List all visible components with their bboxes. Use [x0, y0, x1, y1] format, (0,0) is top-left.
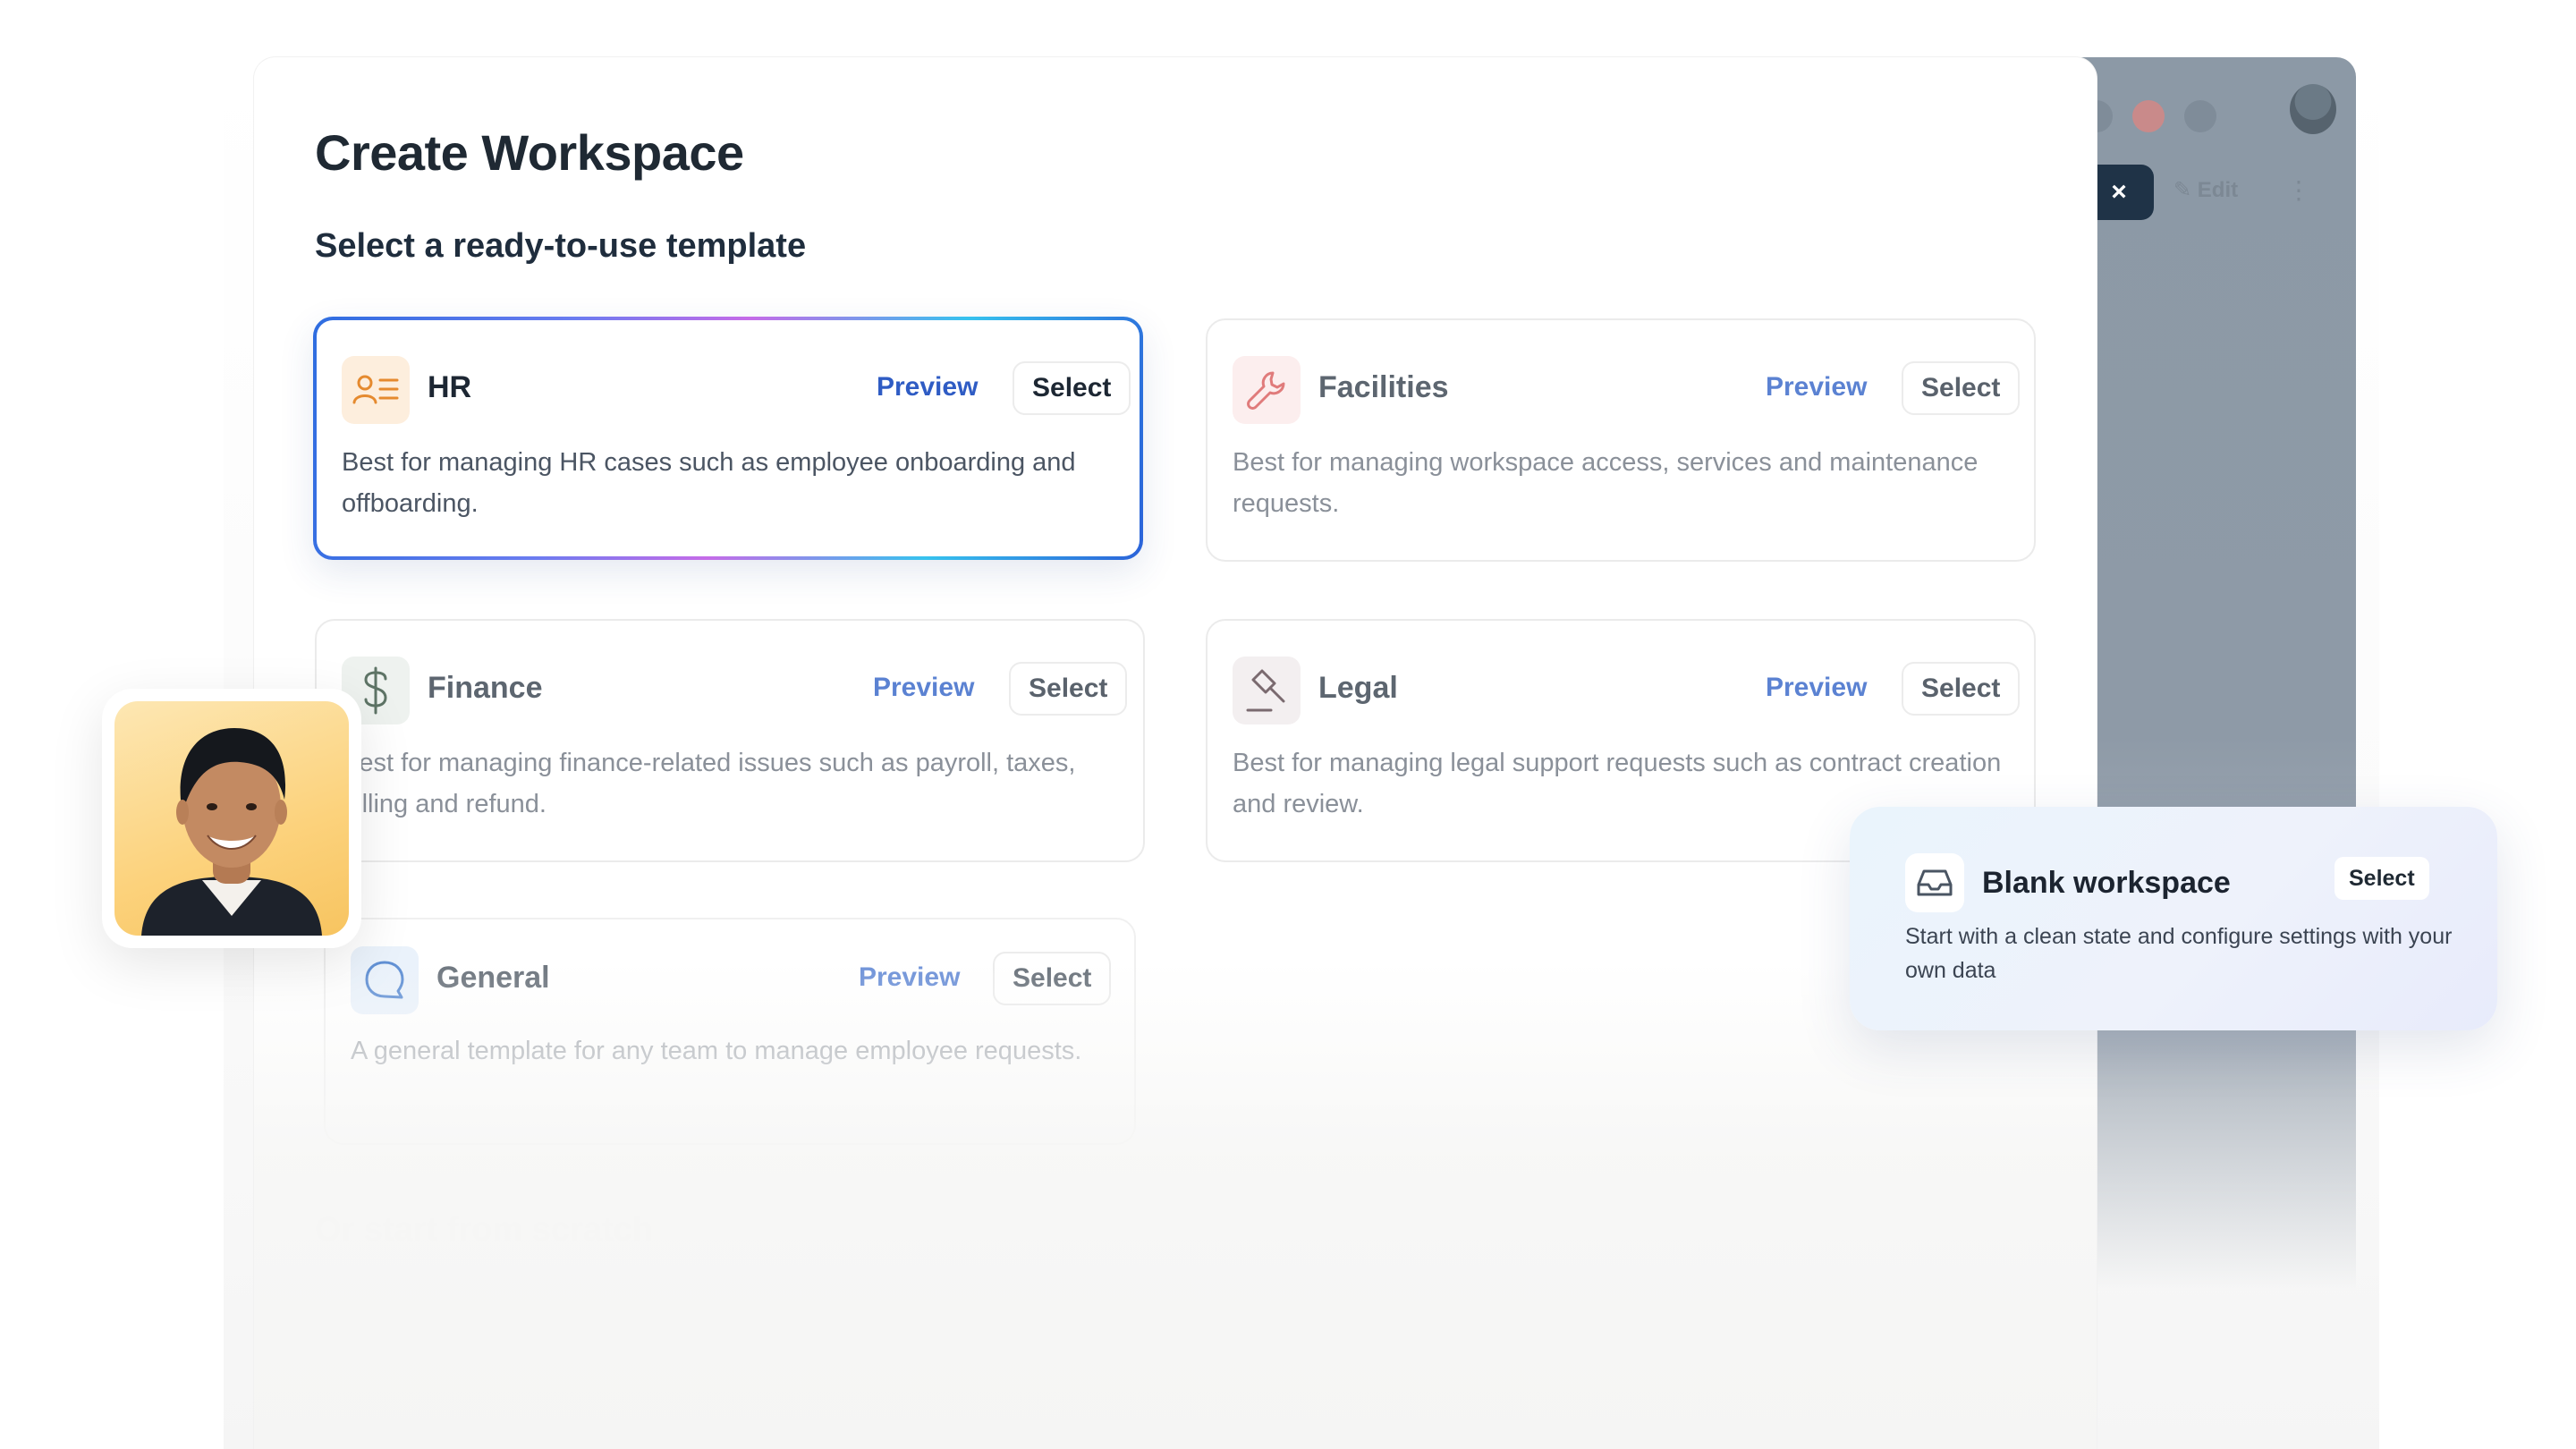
template-name: Facilities — [1318, 370, 1449, 404]
inbox-tray-icon — [1905, 853, 1964, 912]
notification-icon — [2132, 100, 2165, 132]
template-card-general[interactable]: General Preview Select A general templat… — [324, 918, 1136, 1145]
preview-link[interactable]: Preview — [877, 372, 978, 402]
template-name: HR — [428, 370, 472, 404]
select-button[interactable]: Select — [1009, 662, 1128, 716]
modal-title: Create Workspace — [315, 124, 744, 181]
select-button[interactable]: Select — [993, 952, 1112, 1005]
id-card-icon — [342, 356, 410, 424]
select-button[interactable]: Select — [1902, 361, 2021, 415]
settings-icon — [2184, 100, 2216, 132]
template-description: A general template for any team to manag… — [351, 1037, 1082, 1065]
preview-link[interactable]: Preview — [1766, 673, 1867, 703]
template-description: Best for managing HR cases such as emplo… — [342, 448, 1076, 518]
preview-link[interactable]: Preview — [873, 673, 974, 703]
stage: × ✎ Edit ⋮ Create Workspace Select a rea… — [0, 0, 2576, 1449]
close-icon: × — [2111, 177, 2127, 207]
template-name: General — [436, 961, 550, 995]
avatar — [114, 701, 349, 936]
select-button[interactable]: Select — [1013, 361, 1131, 415]
scratch-section-title: Or start from scratch — [315, 1211, 654, 1249]
template-name: Finance — [428, 671, 543, 705]
template-card-finance[interactable]: Finance Preview Select Best for managing… — [315, 619, 1145, 862]
template-name: Legal — [1318, 671, 1398, 705]
user-avatar-small — [2290, 84, 2336, 134]
template-description: Best for managing workspace access, serv… — [1233, 448, 1979, 518]
toolbar-icons — [2080, 100, 2216, 132]
person-portrait-icon — [141, 728, 322, 936]
more-options-icon: ⋮ — [2286, 176, 2311, 204]
template-section-title: Select a ready-to-use template — [315, 227, 807, 265]
template-description: Best for managing finance-related issues… — [342, 749, 1076, 818]
template-card-hr[interactable]: HR Preview Select Best for managing HR c… — [313, 317, 1143, 560]
preview-link[interactable]: Preview — [859, 962, 960, 993]
avatar-card — [102, 689, 361, 948]
blank-workspace-description: Start with a clean state and configure s… — [1905, 924, 2453, 983]
select-button[interactable]: Select — [1902, 662, 2021, 716]
edit-button: ✎ Edit — [2174, 178, 2239, 202]
preview-link[interactable]: Preview — [1766, 372, 1867, 402]
blank-workspace-select-button[interactable]: Select — [2334, 857, 2429, 900]
gavel-icon — [1233, 657, 1301, 724]
chat-bubble-icon — [351, 946, 419, 1014]
blank-workspace-title: Blank workspace — [1982, 866, 2231, 900]
template-card-facilities[interactable]: Facilities Preview Select Best for manag… — [1206, 318, 2036, 562]
edit-label: Edit — [2197, 178, 2239, 202]
create-workspace-modal: Create Workspace Select a ready-to-use t… — [254, 57, 2097, 1449]
blank-workspace-card[interactable]: Blank workspace Select Start with a clea… — [1850, 807, 2497, 1030]
wrench-icon — [1233, 356, 1301, 424]
